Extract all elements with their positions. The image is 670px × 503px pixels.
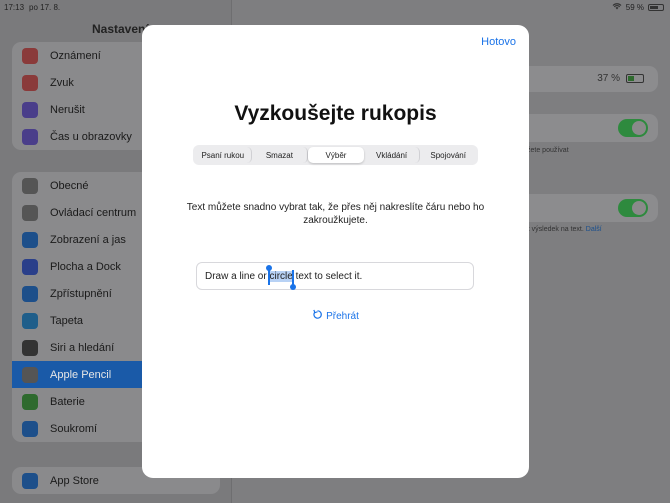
- demo-selection: circle: [266, 264, 295, 290]
- sidebar-item-label: Plocha a Dock: [50, 260, 121, 273]
- battery-icon: [648, 3, 664, 11]
- status-bar: 17:13 po 17. 8. 59 %: [0, 0, 670, 14]
- demo-text-after: text to select it.: [292, 270, 363, 282]
- status-right: 59 %: [612, 2, 664, 12]
- sidebar-item-label: Baterie: [50, 395, 85, 408]
- wifi-icon: [612, 2, 622, 12]
- replay-label: Přehrát: [326, 310, 359, 322]
- accessibility-icon: [22, 285, 38, 302]
- notifications-icon: [22, 47, 38, 64]
- sound-icon: [22, 74, 38, 91]
- demo-text-field[interactable]: Draw a line or circle text to select it.: [196, 262, 474, 290]
- sidebar-item-label: Čas u obrazovky: [50, 130, 132, 143]
- moon-icon: [22, 101, 38, 118]
- replay-icon: [312, 309, 323, 323]
- sidebar-item-label: Tapeta: [50, 314, 84, 327]
- mode-segmented-control: Psaní rukou Smazat Výběr Vkládání Spojov…: [193, 145, 478, 165]
- sidebar-item-label: Zobrazení a jas: [50, 233, 126, 246]
- hourglass-icon: [22, 128, 38, 145]
- sidebar-item-label: Nerušit: [50, 103, 85, 116]
- detail-toggle-1: [618, 119, 648, 137]
- segment-spojovani[interactable]: Spojování: [420, 147, 476, 163]
- replay-button[interactable]: Přehrát: [142, 309, 529, 323]
- sidebar-item-label: Apple Pencil: [50, 368, 112, 381]
- app-store-icon: [22, 472, 38, 489]
- demo-text-selected: circle: [269, 270, 293, 282]
- selection-start-handle[interactable]: [266, 264, 272, 285]
- sidebar-item-label: Obecné: [50, 179, 89, 192]
- text-size-icon: [22, 231, 38, 248]
- status-date: po 17. 8.: [29, 3, 61, 12]
- flower-icon: [22, 312, 38, 329]
- sidebar-item-label: Siri a hledání: [50, 341, 115, 354]
- sidebar-item-label: Soukromí: [50, 422, 98, 435]
- sheet-title: Vyzkoušejte rukopis: [234, 102, 437, 125]
- sidebar-item-label: Zvuk: [50, 76, 74, 89]
- sheet-description: Text můžete snadno vybrat tak, že přes n…: [186, 202, 485, 226]
- detail-battery-icon: [626, 74, 644, 83]
- battery-icon: [22, 393, 38, 410]
- battery-percent: 59 %: [625, 2, 644, 12]
- status-time: 17:13: [4, 3, 25, 12]
- selection-end-handle[interactable]: [290, 269, 295, 290]
- gear-icon: [22, 177, 38, 194]
- done-button[interactable]: Hotovo: [481, 36, 516, 48]
- sidebar-item-label: App Store: [50, 474, 99, 487]
- grid-icon: [22, 258, 38, 275]
- sidebar-item-label: Ovládací centrum: [50, 206, 137, 219]
- segment-smazat[interactable]: Smazat: [252, 147, 309, 163]
- toggles-icon: [22, 204, 38, 221]
- segment-vyber[interactable]: Výběr: [308, 147, 364, 163]
- detail-more-link: Další: [585, 226, 602, 233]
- hand-icon: [22, 420, 38, 437]
- pencil-icon: [22, 366, 38, 383]
- detail-toggle-2: [618, 199, 648, 217]
- siri-icon: [22, 339, 38, 356]
- sidebar-item-label: Zpřístupnění: [50, 287, 112, 300]
- demo-text-before: Draw a line or: [205, 270, 270, 282]
- handwriting-demo-sheet: Hotovo Vyzkoušejte rukopis Psaní rukou S…: [142, 25, 529, 478]
- detail-battery-value: 37 %: [597, 73, 620, 84]
- sidebar-item-label: Oznámení: [50, 49, 101, 62]
- sidebar-title: Nastavení: [92, 22, 149, 36]
- segment-vkladani[interactable]: Vkládání: [364, 147, 421, 163]
- segment-psani-rukou[interactable]: Psaní rukou: [195, 147, 252, 163]
